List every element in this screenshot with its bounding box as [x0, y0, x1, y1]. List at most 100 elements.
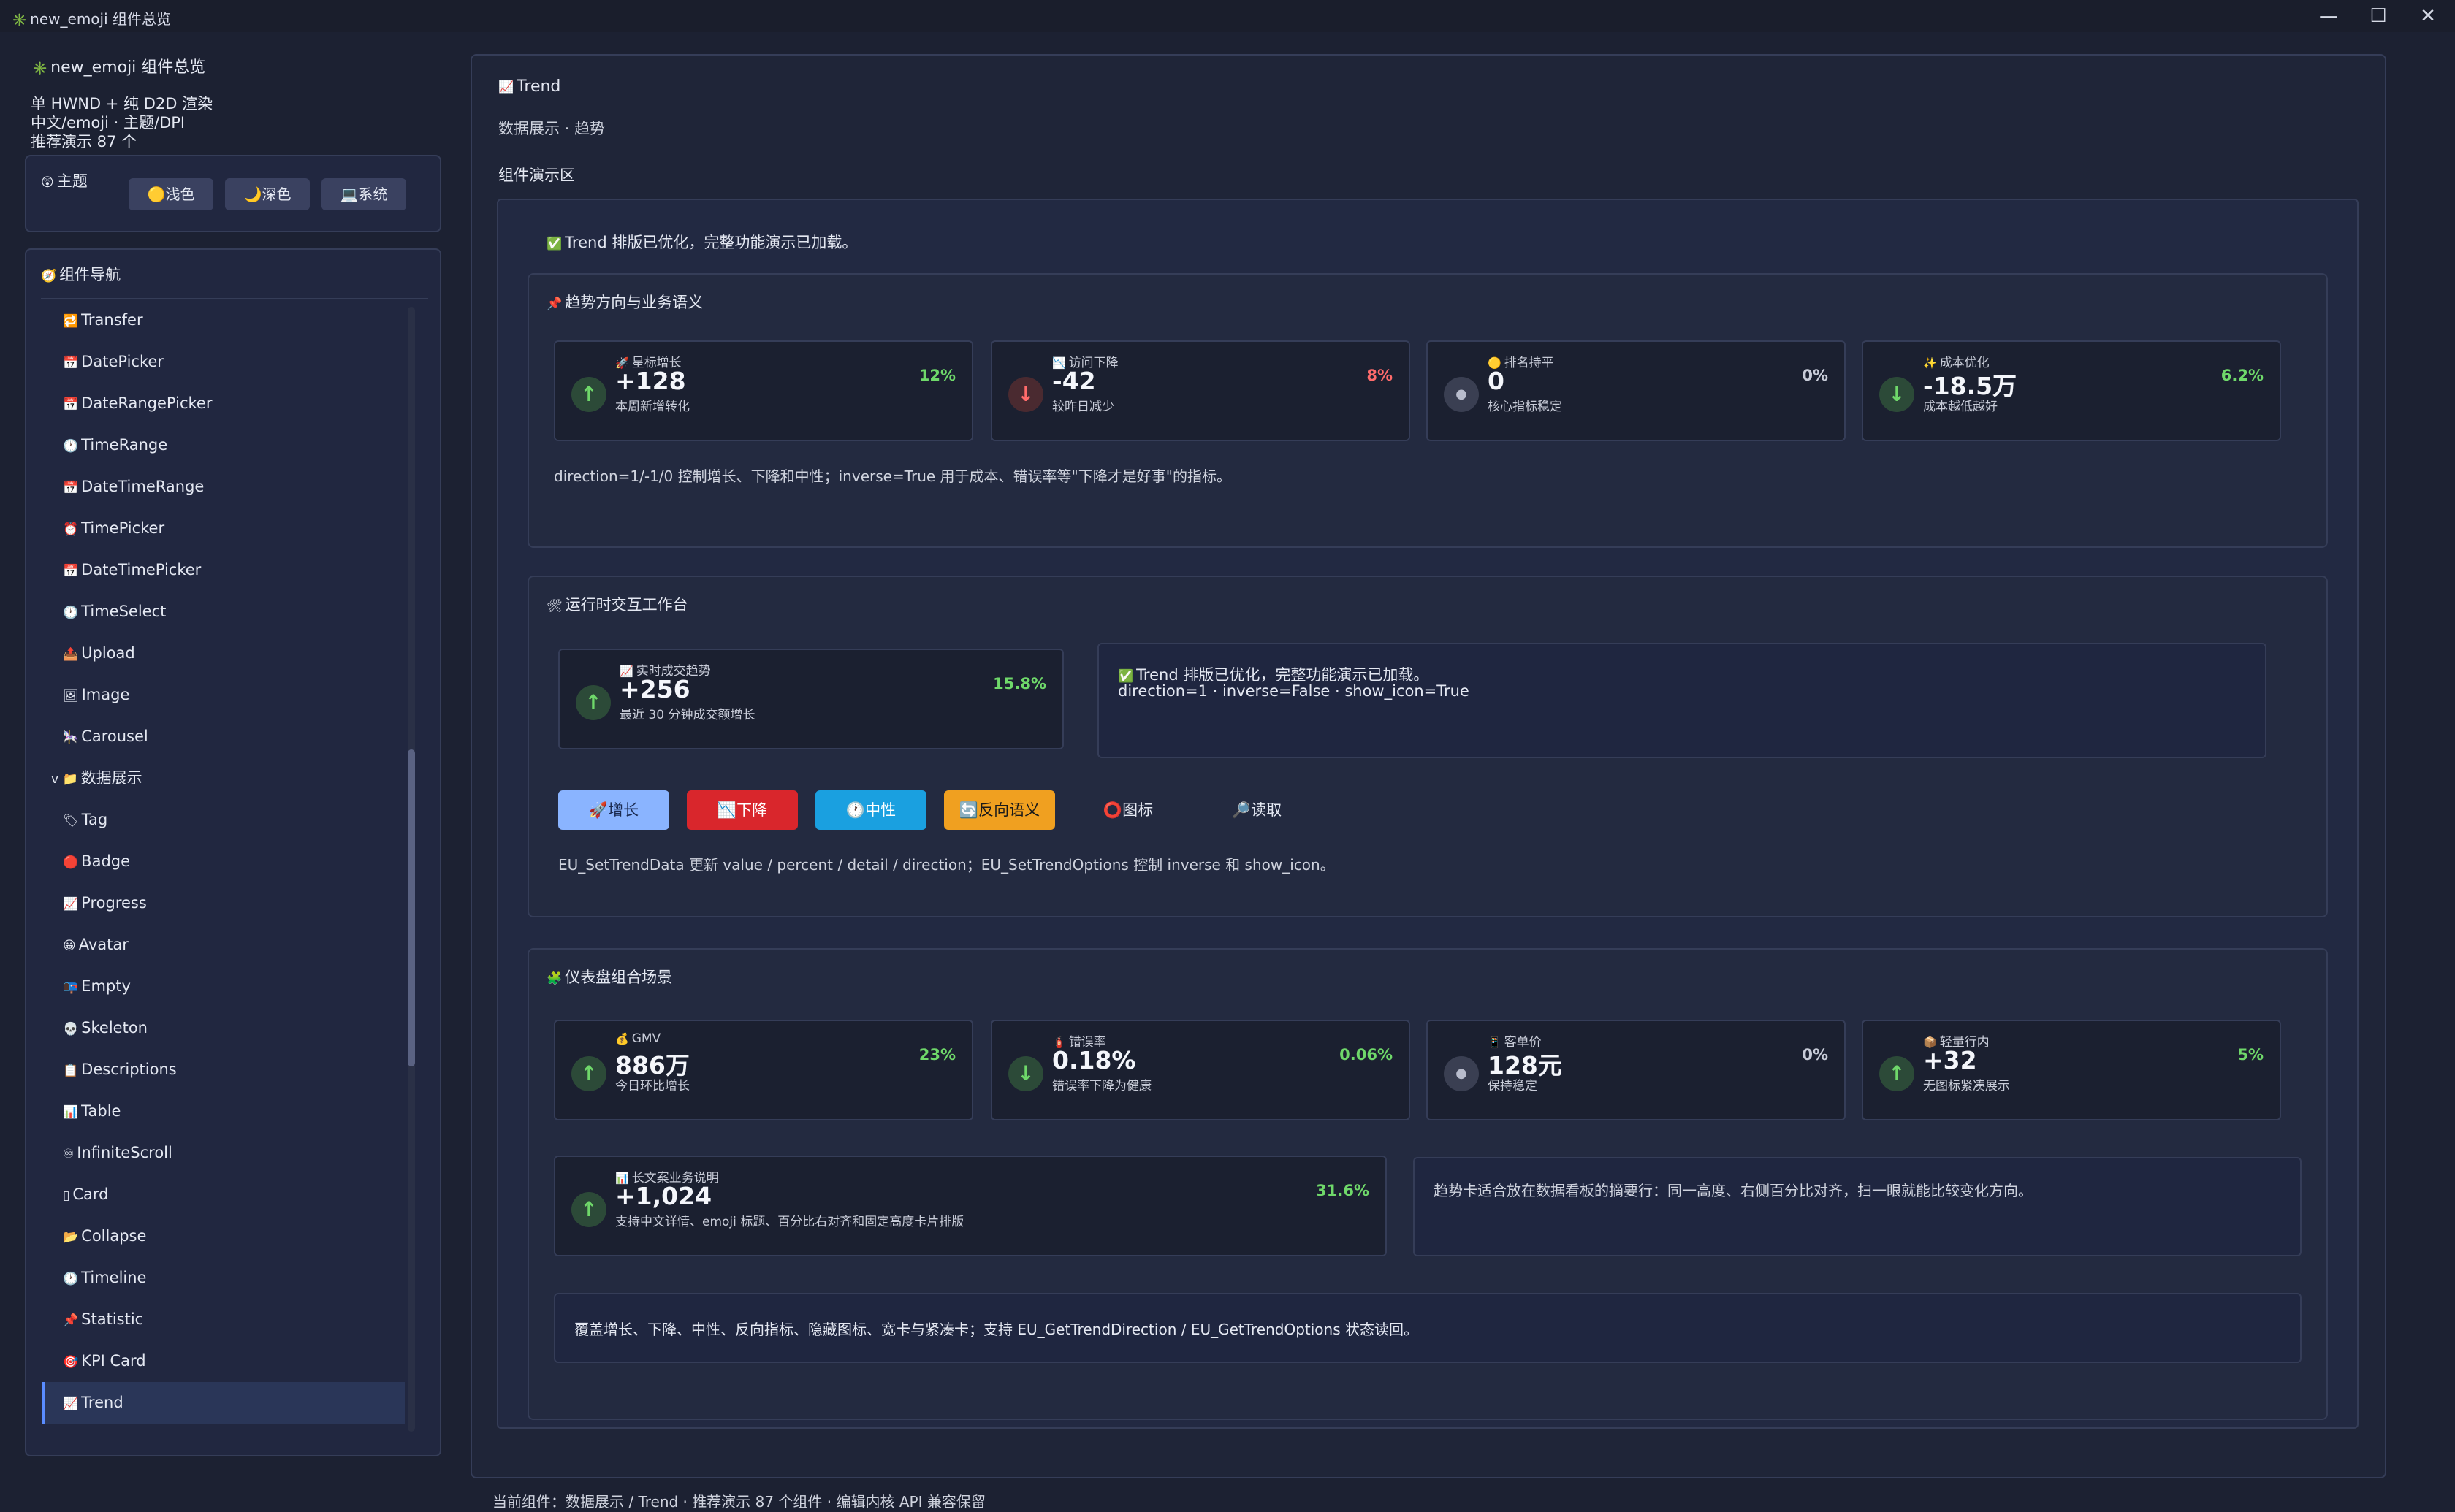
trend-down-button[interactable]: 📉下降: [687, 790, 798, 830]
nav-item-label: 数据展示: [80, 769, 142, 787]
sidebar-item-timepicker[interactable]: ⏰ TimePicker: [42, 508, 405, 549]
sidebar-item-carousel[interactable]: 🎠 Carousel: [42, 716, 405, 757]
status-bar: 当前组件：数据展示 / Trend · 推荐演示 87 个组件 · 编辑内核 A…: [492, 1493, 986, 1511]
minimize-button[interactable]: —: [2304, 0, 2353, 32]
nav-item-label: KPI Card: [81, 1352, 146, 1370]
maximize-button[interactable]: ☐: [2354, 0, 2402, 32]
trend-chart-icon: 📈: [498, 80, 514, 95]
sidebar-item-timeselect[interactable]: 🕐 TimeSelect: [42, 591, 405, 633]
sidebar-item-skeleton[interactable]: 💀 Skeleton: [42, 1007, 405, 1049]
nav-item-label: Timeline: [81, 1269, 147, 1286]
window-title: ✳️ new_emoji 组件总览: [12, 10, 172, 28]
nav-item-icon: 📈: [63, 1397, 79, 1411]
sidebar-item-progress[interactable]: 📈 Progress: [42, 882, 405, 924]
nav-item-label: Carousel: [81, 728, 148, 745]
sidebar-item-datepicker[interactable]: 📅 DatePicker: [42, 341, 405, 383]
nav-item-label: InfiniteScroll: [77, 1144, 172, 1161]
nav-item-icon: 🎯: [63, 1355, 79, 1370]
nav-item-icon: ♾: [63, 1147, 75, 1161]
trend-value: +1,024: [615, 1182, 712, 1210]
sidebar-item-table[interactable]: 📊 Table: [42, 1091, 405, 1132]
sidebar-item-trend[interactable]: 📈 Trend: [42, 1382, 405, 1424]
trend-neutral-button[interactable]: 🕐中性: [815, 790, 926, 830]
trend-read-button[interactable]: 🔎读取: [1201, 790, 1312, 830]
nav-item-label: Card: [72, 1185, 109, 1203]
trend-direction-icon: ●: [1444, 377, 1479, 412]
puzzle-icon: 🧩: [547, 971, 563, 986]
sidebar-item-timerange[interactable]: 🕐 TimeRange: [42, 424, 405, 466]
app-logo-icon: ✳️: [32, 61, 48, 76]
nav-item-icon: 🖼: [63, 689, 79, 703]
nav-item-icon: 📤: [63, 647, 79, 662]
nav-item-icon: 📈: [63, 897, 79, 912]
close-button[interactable]: ✕: [2404, 0, 2452, 32]
nav-item-label: Badge: [81, 852, 131, 870]
nav-scrollbar-thumb[interactable]: [408, 749, 415, 1066]
sidebar-item-statistic[interactable]: 📌 Statistic: [42, 1299, 405, 1340]
trend-up-button[interactable]: 🚀增长: [558, 790, 669, 830]
trend-card: ↑ 🚀 星标增长 +128 本周新增转化 12%: [554, 340, 973, 441]
trend-detail: 支持中文详情、emoji 标题、百分比右对齐和固定高度卡片排版: [615, 1215, 964, 1229]
check-icon: ✅: [1118, 669, 1134, 684]
sidebar-item-upload[interactable]: 📤 Upload: [42, 633, 405, 674]
nav-item-label: Trend: [81, 1394, 123, 1411]
sidebar-item-transfer[interactable]: 🔁 Transfer: [42, 299, 405, 341]
theme-label: 😲 主题: [41, 172, 88, 190]
sidebar-item-timeline[interactable]: 🕐 Timeline: [42, 1257, 405, 1299]
trend-card: ↓ 📉 访问下降 -42 较昨日减少 8%: [991, 340, 1410, 441]
sidebar-item-tag[interactable]: 🏷 Tag: [42, 799, 405, 841]
trend-card: ↑ 📦 轻量行内 +32 无图标紧凑展示 5%: [1862, 1020, 2281, 1120]
trend-direction-icon: ↑: [576, 685, 611, 720]
sidebar-item-empty[interactable]: 📭 Empty: [42, 966, 405, 1007]
trend-value: 0.18%: [1052, 1046, 1136, 1074]
nav-item-icon: 📌: [63, 1313, 79, 1328]
sidebar-item-kpi-card[interactable]: 🎯 KPI Card: [42, 1340, 405, 1382]
nav-item-icon: 🕐: [63, 439, 79, 454]
nav-item-icon: ▯: [63, 1188, 70, 1203]
trend-percent: 6.2%: [2220, 367, 2264, 384]
nav-scrollbar[interactable]: [408, 307, 415, 1432]
trend-detail: 今日环比增长: [615, 1079, 690, 1093]
sidebar-item-avatar[interactable]: 😀 Avatar: [42, 924, 405, 966]
trend-value: +32: [1923, 1046, 1977, 1074]
app-logo-icon: ✳️: [12, 13, 28, 28]
trend-percent: 8%: [1366, 367, 1393, 384]
trend-percent: 12%: [918, 367, 956, 384]
nav-group-data-display[interactable]: v 📁 数据展示: [42, 757, 405, 799]
trend-label-icon: 💰: [615, 1032, 629, 1045]
nav-item-icon: 📅: [63, 564, 79, 579]
nav-item-label: Avatar: [78, 936, 129, 953]
trend-icon-toggle-button[interactable]: ⭕图标: [1073, 790, 1184, 830]
sidebar-item-descriptions[interactable]: 📋 Descriptions: [42, 1049, 405, 1091]
nav-item-label: Empty: [81, 977, 131, 995]
trend-percent: 31.6%: [1316, 1182, 1369, 1199]
nav-item-label: DateTimeRange: [81, 478, 205, 495]
trend-percent: 0.06%: [1339, 1046, 1393, 1064]
sidebar-item-datetimepicker[interactable]: 📅 DateTimePicker: [42, 549, 405, 591]
nav-item-label: TimePicker: [81, 519, 165, 537]
theme-system-button[interactable]: 💻系统: [321, 178, 406, 210]
theme-light-button[interactable]: 🟡浅色: [129, 178, 213, 210]
trend-card: ↓ ✨ 成本优化 -18.5万 成本越低越好 6.2%: [1862, 340, 2281, 441]
sidebar-item-image[interactable]: 🖼 Image: [42, 674, 405, 716]
theme-dark-button[interactable]: 🌙深色: [225, 178, 310, 210]
trend-direction-icon: ●: [1444, 1056, 1479, 1091]
sidebar-item-badge[interactable]: 🔴 Badge: [42, 841, 405, 882]
pin-icon: 📌: [547, 297, 563, 311]
nav-item-label: Skeleton: [81, 1019, 148, 1036]
nav-title: 🧭 组件导航: [41, 266, 121, 283]
runtime-options-line: direction=1 · inverse=False · show_icon=…: [1118, 682, 1469, 700]
sidebar-item-datetimerange[interactable]: 📅 DateTimeRange: [42, 466, 405, 508]
title-bar: ✳️ new_emoji 组件总览 — ☐ ✕: [0, 0, 2455, 32]
sidebar-item-card[interactable]: ▯ Card: [42, 1174, 405, 1215]
nav-item-icon: 😀: [63, 939, 76, 953]
dashboard-side-note: 趋势卡适合放在数据看板的摘要行：同一高度、右侧百分比对齐，扫一眼就能比较变化方向…: [1434, 1182, 2033, 1199]
nav-item-icon: 🎠: [63, 730, 79, 745]
trend-inverse-button[interactable]: 🔄反向语义: [944, 790, 1055, 830]
sidebar-item-infinitescroll[interactable]: ♾ InfiniteScroll: [42, 1132, 405, 1174]
nav-item-label: Collapse: [81, 1227, 147, 1245]
nav-item-icon: 🔁: [63, 314, 79, 329]
sidebar-item-daterangepicker[interactable]: 📅 DateRangePicker: [42, 383, 405, 424]
sidebar-item-collapse[interactable]: 📂 Collapse: [42, 1215, 405, 1257]
trend-percent: 15.8%: [993, 675, 1046, 692]
